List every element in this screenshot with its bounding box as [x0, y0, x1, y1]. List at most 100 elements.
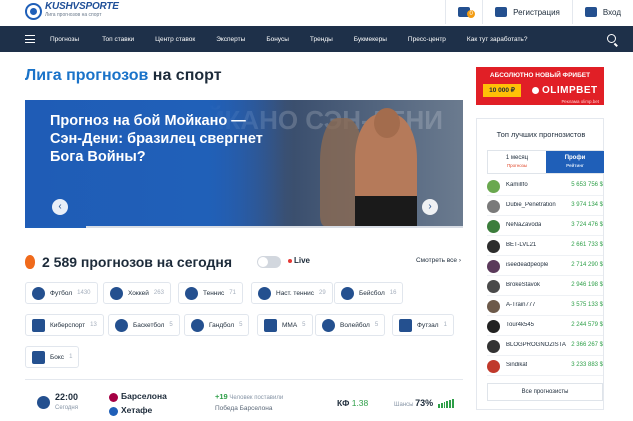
- volleyball-icon: [322, 318, 335, 332]
- sport-chip-label: Футзал: [417, 321, 439, 329]
- sport-chip-football[interactable]: Футбол 1430: [25, 282, 98, 304]
- ranking-row[interactable]: Dubie_Penetration 3 974 134 $: [487, 197, 603, 216]
- team-home: Барселона: [121, 391, 167, 401]
- avatar: [487, 300, 500, 313]
- sport-chip-hockey[interactable]: Хоккей 263: [103, 282, 171, 304]
- all-forecasters-button[interactable]: Все прогнозисты: [487, 383, 603, 401]
- nav-item-press-tsentr[interactable]: Пресс-центр: [408, 36, 446, 43]
- ad-amount: 10 000 ₽: [483, 84, 521, 97]
- fighter-shorts-image: [355, 196, 417, 226]
- team-logo-icon: [109, 407, 118, 416]
- handball-icon: [191, 318, 204, 332]
- nav-item-top-stavki[interactable]: Топ ставки: [102, 36, 134, 43]
- forecaster-score: 2 661 733 $: [571, 242, 603, 248]
- forecaster-score: 3 724 476 $: [571, 222, 603, 228]
- ad-banner[interactable]: АБСОЛЮТНО НОВЫЙ ФРИБЕТ 10 000 ₽ OLIMPBET…: [476, 67, 604, 105]
- ad-disclaimer: Реклама olimp.bet: [561, 99, 599, 104]
- bettors-info: +19 Человек поставили: [215, 392, 283, 401]
- ranking-tabs: 1 месяц Прогнозы Профи Рейтинг: [487, 150, 604, 174]
- login-button[interactable]: Вход: [571, 0, 633, 24]
- ranking-row[interactable]: BrokeStavok 2 946 198 $: [487, 277, 603, 296]
- sport-chip-baseball[interactable]: Бейсбол 16: [334, 282, 404, 304]
- ad-brand: OLIMPBET: [532, 85, 598, 96]
- ranking-row[interactable]: BET-LVL21 2 661 733 $: [487, 237, 603, 256]
- sport-chip-boxing[interactable]: Бокс 1: [25, 346, 80, 368]
- sport-chip-futsal[interactable]: Футзал 1: [392, 314, 454, 336]
- page-title-rest: на спорт: [148, 67, 222, 84]
- sport-chip-mma[interactable]: MMA 5: [257, 314, 313, 336]
- nav-item-bonusy[interactable]: Бонусы: [266, 36, 289, 43]
- tab-pro[interactable]: Профи Рейтинг: [546, 151, 604, 173]
- soccer-ball-icon: [32, 286, 45, 300]
- coefficient-value: 1.38: [351, 398, 369, 408]
- match-time: 22:00: [55, 392, 79, 402]
- forecaster-name: Sindikat: [506, 362, 528, 368]
- top-bar: KUSHVSPORTE Лига прогнозов на спорт 0 Ре…: [0, 0, 633, 26]
- sport-chip-table-tennis[interactable]: Наст. теннис 29: [251, 282, 333, 304]
- match-row[interactable]: 22:00 Сегодня Барселона Хетафе +19 Челов…: [25, 379, 463, 421]
- cart-badge: 0: [467, 10, 476, 18]
- basketball-icon: [115, 318, 128, 332]
- forecaster-name: A-Train777: [506, 302, 536, 308]
- register-button[interactable]: Регистрация: [482, 0, 572, 24]
- page-title: Лига прогнозов на спорт: [25, 67, 222, 85]
- hero-banner[interactable]: МОЙКАНО СЭН-ДЕНИ Прогноз на бой Мойкано …: [25, 100, 463, 226]
- ranking-row[interactable]: BLOGPROGNOZISTA 2 366 267 $: [487, 337, 603, 356]
- live-toggle[interactable]: [257, 256, 281, 268]
- sport-chip-handball[interactable]: Гандбол 5: [184, 314, 250, 336]
- cart-button[interactable]: 0: [445, 0, 482, 24]
- next-arrow-icon[interactable]: ›: [422, 199, 438, 215]
- see-all-link[interactable]: Смотреть все ›: [416, 257, 461, 264]
- ranking-row[interactable]: iseedeadpeople 2 714 290 $: [487, 257, 603, 276]
- match-day: Сегодня: [55, 405, 78, 411]
- sport-chip-label: Теннис: [203, 289, 225, 297]
- sport-chip-label: Бейсбол: [359, 289, 385, 297]
- avatar: [487, 220, 500, 233]
- ranking-row[interactable]: Sindikat 3 233 883 $: [487, 357, 603, 376]
- ranking-row[interactable]: Tour4k545 2 244 579 $: [487, 317, 603, 336]
- top-actions: 0 Регистрация Вход: [445, 0, 633, 24]
- panel-title: Топ лучших прогнозистов: [496, 130, 586, 139]
- forecaster-score: 2 366 267 $: [571, 342, 603, 348]
- ranking-row[interactable]: NeNaZavoda 3 724 476 $: [487, 217, 603, 236]
- nav-item-eksperty[interactable]: Эксперты: [216, 36, 245, 43]
- avatar: [487, 240, 500, 253]
- site-logo[interactable]: KUSHVSPORTE Лига прогнозов на спорт: [25, 2, 119, 20]
- avatar: [487, 320, 500, 333]
- tab-month[interactable]: 1 месяц Прогнозы: [488, 151, 546, 173]
- nav-item-bukmekery[interactable]: Букмекеры: [354, 36, 387, 43]
- forecaster-score: 2 714 290 $: [571, 262, 603, 268]
- tennis-ball-icon: [185, 286, 198, 300]
- menu-icon[interactable]: [25, 35, 35, 43]
- sport-chip-esports[interactable]: Киберспорт 13: [25, 314, 104, 336]
- avatar: [487, 360, 500, 373]
- nav-item-prognozy[interactable]: Прогнозы: [50, 36, 79, 43]
- login-icon: [584, 7, 597, 17]
- ranking-row[interactable]: A-Train777 3 575 133 $: [487, 297, 603, 316]
- sport-chip-count: 13: [90, 322, 97, 328]
- chance-bars-icon: [438, 399, 454, 408]
- tab-sublabel: Рейтинг: [566, 163, 584, 168]
- predictions-count: 2 589 прогнозов на сегодня: [42, 254, 233, 270]
- chance-value: 73%: [415, 398, 434, 408]
- ranking-row[interactable]: KamilIfo 5 653 756 $: [487, 177, 603, 196]
- sport-chip-count: 1: [69, 354, 73, 360]
- nav-item-trendy[interactable]: Тренды: [310, 36, 333, 43]
- sport-chip-tennis[interactable]: Теннис 71: [178, 282, 243, 304]
- avatar: [487, 280, 500, 293]
- sport-chip-volleyball[interactable]: Волейбол 5: [315, 314, 386, 336]
- sport-chip-count: 5: [239, 322, 243, 328]
- tab-label: 1 месяц: [505, 155, 529, 161]
- hero-caption[interactable]: Прогноз на бой Мойкано — Сэн-Дени: брази…: [50, 112, 280, 166]
- prev-arrow-icon[interactable]: ‹: [52, 199, 68, 215]
- search-icon[interactable]: [607, 34, 616, 43]
- live-label: Live: [294, 256, 311, 265]
- chance: Шансы 73%: [394, 398, 433, 408]
- fire-icon: [25, 255, 35, 269]
- sport-chip-basketball[interactable]: Баскетбол 5: [108, 314, 180, 336]
- forecaster-name: BLOGPROGNOZISTA: [506, 342, 566, 348]
- nav-item-kak-zarabotat[interactable]: Как тут заработать?: [467, 36, 528, 43]
- gamepad-icon: [32, 318, 45, 332]
- avatar: [487, 340, 500, 353]
- nav-item-tsentr-stavok[interactable]: Центр ставок: [155, 36, 195, 43]
